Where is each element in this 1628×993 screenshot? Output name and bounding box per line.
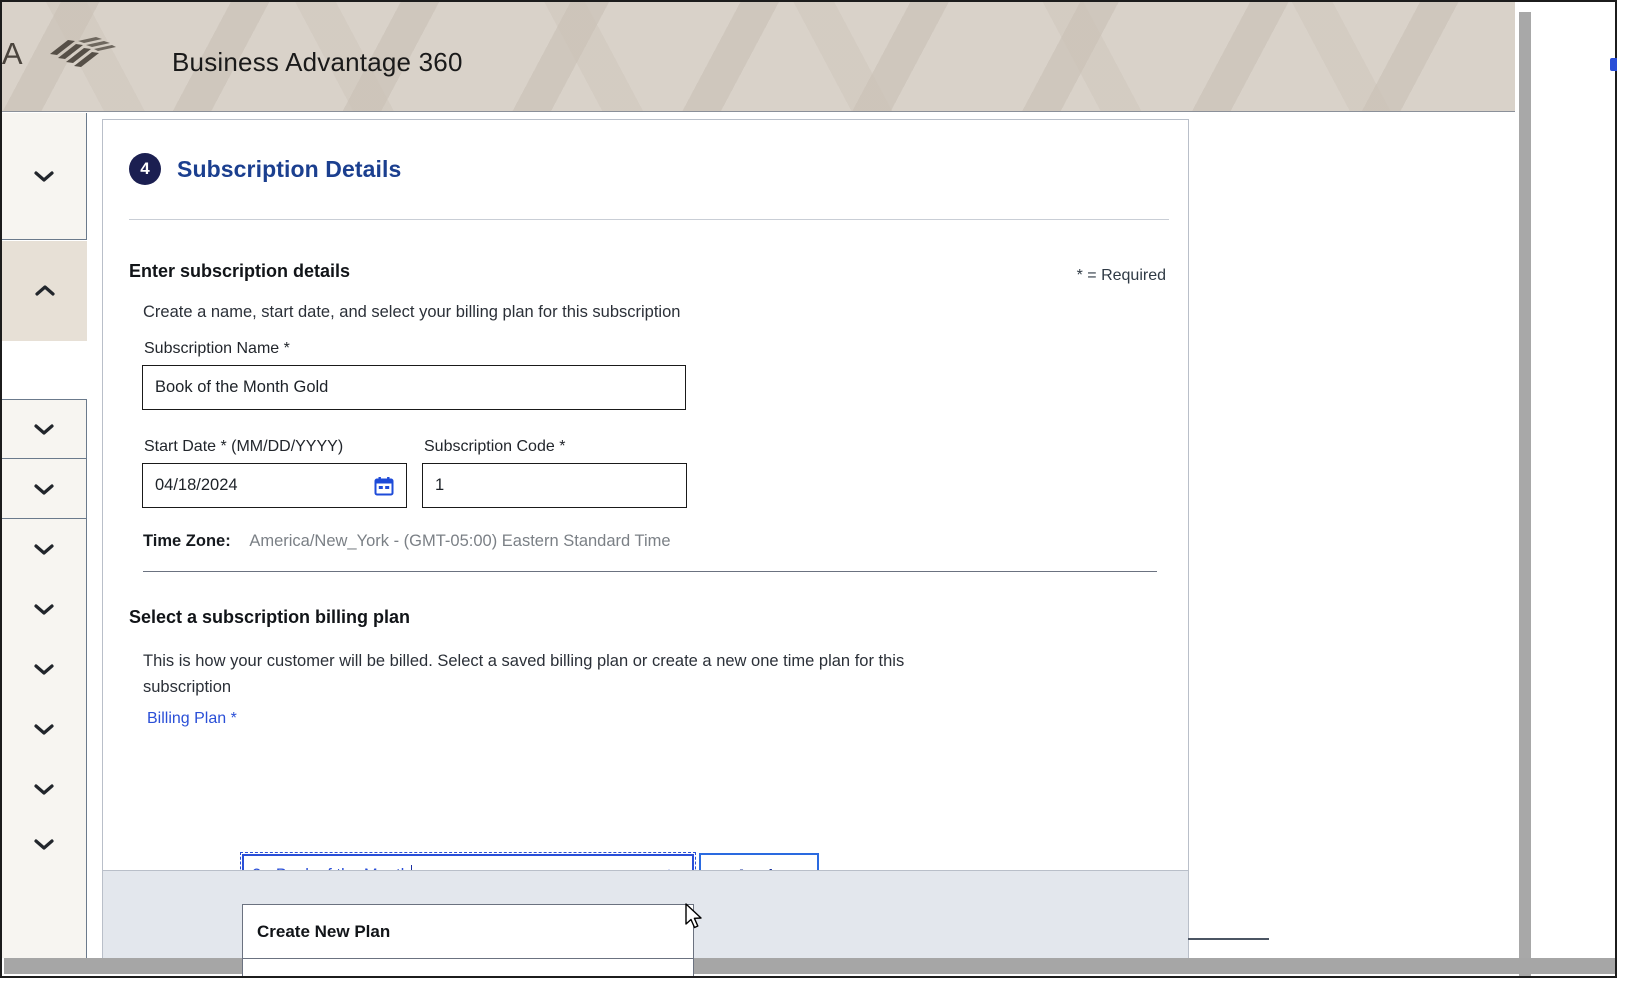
sidebar-item-3[interactable] (2, 399, 87, 459)
section-heading-billing-plan: Select a subscription billing plan (129, 607, 411, 627)
brand-wordmark: RICA (2, 36, 25, 71)
sidebar-item-2-selected[interactable] (2, 241, 87, 341)
subscription-code-value: 1 (435, 476, 445, 494)
chevron-down-icon (33, 602, 55, 616)
divider-middle (143, 571, 1157, 572)
bank-of-america-flagscape-logo (42, 32, 117, 76)
sidebar-item-5[interactable] (2, 519, 87, 579)
step-header: 4 Subscription Details (129, 153, 401, 185)
subscription-name-label: Subscription Name * (144, 340, 290, 357)
chevron-down-icon (33, 662, 55, 676)
subscription-name-input[interactable]: Book of the Month Gold (142, 365, 686, 410)
timezone-value: America/New_York - (GMT-05:00) Eastern S… (249, 532, 671, 550)
section-description-billing-plan: This is how your customer will be billed… (143, 652, 905, 696)
timezone-label: Time Zone: (143, 532, 231, 550)
chevron-down-icon (33, 422, 55, 436)
page-title: Subscription Details (177, 155, 402, 182)
section-heading-enter-details: Enter subscription details (129, 261, 351, 281)
subscription-code-input[interactable]: 1 (422, 463, 687, 508)
sidebar-item-7[interactable] (2, 639, 87, 699)
start-date-label: Start Date * (MM/DD/YYYY) (144, 438, 344, 455)
chevron-down-icon (33, 722, 55, 736)
sidebar-item-9[interactable] (2, 759, 87, 819)
right-edge-handle[interactable] (1610, 58, 1617, 71)
chevron-down-icon (33, 169, 55, 183)
chevron-up-icon (34, 284, 56, 298)
step-number-badge: 4 (129, 153, 161, 185)
sidebar-item-8[interactable] (2, 699, 87, 759)
application-window: RICA (0, 0, 1617, 978)
dropdown-option-create-new-plan[interactable]: Create New Plan (243, 905, 693, 959)
dropdown-option-new-one-time-plan[interactable]: New One Time Plan (243, 959, 693, 977)
start-date-input[interactable]: 04/18/2024 (142, 463, 407, 508)
billing-plan-label: Billing Plan * (147, 710, 237, 727)
chevron-down-icon (33, 782, 55, 796)
chevron-down-icon (33, 542, 55, 556)
screenshot-root: RICA (0, 0, 1628, 993)
section-description-enter-details: Create a name, start date, and select yo… (143, 303, 681, 321)
subscription-details-card: 4 Subscription Details Enter subscriptio… (102, 119, 1269, 976)
divider-top (129, 219, 1169, 220)
subscription-code-label: Subscription Code * (424, 438, 566, 455)
mouse-cursor (684, 903, 704, 931)
billing-plan-dropdown[interactable]: Create New Plan New One Time Plan Existi… (242, 904, 694, 977)
brand-lockup: RICA (2, 32, 117, 76)
window-shadow-right (1519, 12, 1531, 976)
sidebar-item-1[interactable] (2, 113, 87, 240)
sidebar-item-4[interactable] (2, 459, 87, 519)
required-legend: * = Required (1076, 267, 1166, 284)
calendar-icon[interactable] (374, 476, 394, 496)
subscription-name-value: Book of the Month Gold (155, 378, 329, 396)
left-rail (2, 113, 87, 958)
sidebar-item-6[interactable] (2, 579, 87, 639)
sidebar-item-10[interactable] (2, 819, 87, 958)
app-title: Business Advantage 360 (172, 47, 463, 77)
chevron-down-icon (33, 482, 55, 496)
timezone-row: Time Zone: America/New_York - (GMT-05:00… (143, 532, 671, 551)
start-date-value: 04/18/2024 (155, 476, 238, 494)
chevron-down-icon (33, 837, 55, 851)
top-banner: RICA (2, 2, 1515, 112)
